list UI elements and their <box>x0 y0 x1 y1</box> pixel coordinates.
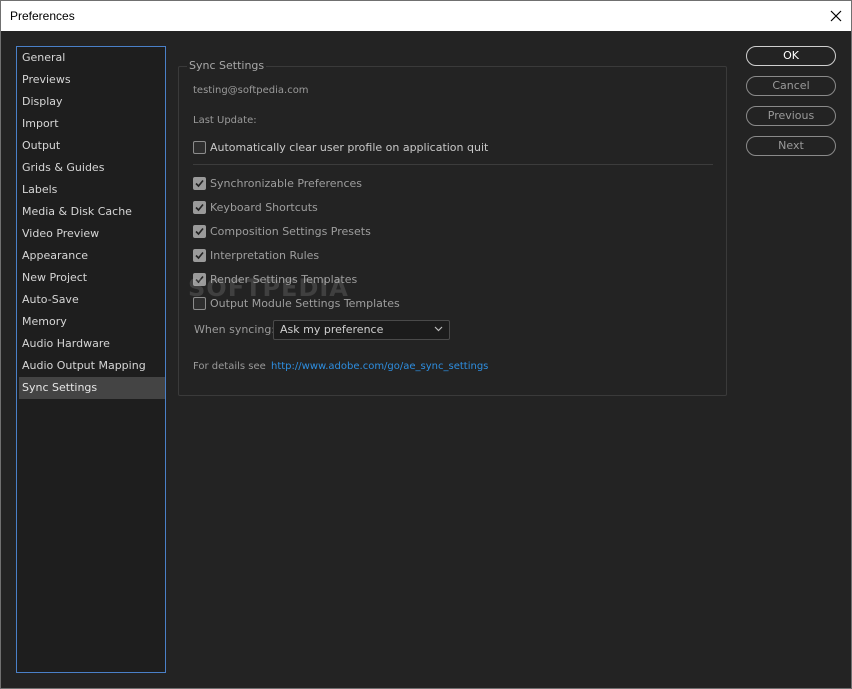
last-update-label: Last Update: <box>193 115 257 126</box>
sidebar-item-memory[interactable]: Memory <box>19 311 165 333</box>
auto-clear-checkbox-row[interactable]: Automatically clear user profile on appl… <box>193 139 488 155</box>
sidebar-item-previews[interactable]: Previews <box>19 69 165 91</box>
account-email: testing@softpedia.com <box>193 85 309 96</box>
option-checkbox-row[interactable]: Keyboard Shortcuts <box>193 199 318 215</box>
when-syncing-value: Ask my preference <box>280 323 384 336</box>
sync-settings-link[interactable]: http://www.adobe.com/go/ae_sync_settings <box>271 361 488 372</box>
close-button[interactable] <box>821 1 851 31</box>
section-title: Sync Settings <box>187 59 267 72</box>
sidebar-item-labels[interactable]: Labels <box>19 179 165 201</box>
when-syncing-dropdown[interactable]: Ask my preference <box>273 320 450 340</box>
cancel-button[interactable]: Cancel <box>746 76 836 96</box>
checkbox-checked[interactable] <box>193 176 206 190</box>
sidebar-item-import[interactable]: Import <box>19 113 165 135</box>
chevron-down-icon <box>434 326 443 332</box>
option-checkbox-row[interactable]: Synchronizable Preferences <box>193 175 362 191</box>
watermark-logo: SOFTPEDIA <box>188 274 349 302</box>
sidebar-item-new-project[interactable]: New Project <box>19 267 165 289</box>
option-label: Composition Settings Presets <box>210 224 371 238</box>
option-label: Interpretation Rules <box>210 248 320 262</box>
title-bar: Preferences <box>1 1 851 31</box>
checkbox-checked[interactable] <box>193 200 206 214</box>
option-label: Keyboard Shortcuts <box>210 200 318 214</box>
close-icon <box>830 10 842 22</box>
window-title: Preferences <box>10 9 75 23</box>
next-button[interactable]: Next <box>746 136 836 156</box>
option-checkbox-row[interactable]: Composition Settings Presets <box>193 223 371 239</box>
checkmark-icon <box>195 203 204 211</box>
checkmark-icon <box>195 251 204 259</box>
when-syncing-label: When syncing: <box>194 323 276 336</box>
option-checkbox-row[interactable]: Interpretation Rules <box>193 247 319 263</box>
sidebar-item-video-preview[interactable]: Video Preview <box>19 223 165 245</box>
sidebar-item-display[interactable]: Display <box>19 91 165 113</box>
checkmark-icon <box>195 227 204 235</box>
checkbox-checked[interactable] <box>193 248 206 262</box>
auto-clear-checkbox[interactable] <box>193 140 206 154</box>
preferences-sidebar: General Previews Display Import Output G… <box>16 46 166 673</box>
sidebar-item-general[interactable]: General <box>19 47 165 69</box>
sidebar-item-media-disk-cache[interactable]: Media & Disk Cache <box>19 201 165 223</box>
sidebar-item-output[interactable]: Output <box>19 135 165 157</box>
checkbox-checked[interactable] <box>193 224 206 238</box>
divider <box>193 164 713 165</box>
ok-button[interactable]: OK <box>746 46 836 66</box>
sidebar-item-appearance[interactable]: Appearance <box>19 245 165 267</box>
sidebar-item-sync-settings[interactable]: Sync Settings <box>19 377 165 399</box>
previous-button[interactable]: Previous <box>746 106 836 126</box>
sidebar-item-audio-output-mapping[interactable]: Audio Output Mapping <box>19 355 165 377</box>
sidebar-item-auto-save[interactable]: Auto-Save <box>19 289 165 311</box>
sidebar-item-grids-guides[interactable]: Grids & Guides <box>19 157 165 179</box>
sidebar-item-audio-hardware[interactable]: Audio Hardware <box>19 333 165 355</box>
checkmark-icon <box>195 179 204 187</box>
details-label: For details see <box>193 361 266 372</box>
auto-clear-label: Automatically clear user profile on appl… <box>210 140 489 154</box>
option-label: Synchronizable Preferences <box>210 176 363 190</box>
